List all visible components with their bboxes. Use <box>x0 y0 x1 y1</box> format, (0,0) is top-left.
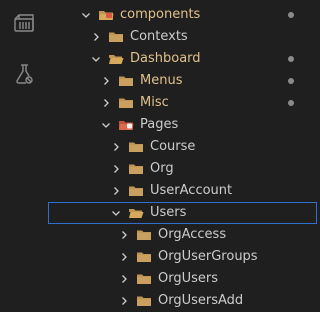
folder-icon <box>128 139 144 155</box>
folder-icon <box>118 95 134 111</box>
tree-item-menus[interactable]: Menus <box>48 70 317 92</box>
components-folder-icon <box>98 7 114 23</box>
tree-item-pages[interactable]: Pages <box>48 114 317 136</box>
tree-item-label: Contexts <box>130 29 188 44</box>
folder-icon <box>136 271 152 287</box>
folder-icon <box>128 161 144 177</box>
folder-icon <box>136 293 152 309</box>
chevron-down-icon[interactable] <box>108 205 124 221</box>
tree-item-label: OrgUsersAdd <box>158 293 244 308</box>
chevron-right-icon[interactable] <box>98 73 114 89</box>
tree-item-orgusers[interactable]: OrgUsers <box>48 268 317 290</box>
file-explorer-tree: components Contexts Dashboard Menus Misc Page… <box>48 4 317 312</box>
tree-item-orgusergroups[interactable]: OrgUserGroups <box>48 246 317 268</box>
chevron-right-icon[interactable] <box>108 183 124 199</box>
tree-item-label: Dashboard <box>130 51 201 66</box>
tree-item-label: OrgUserGroups <box>158 249 258 264</box>
chevron-down-icon[interactable] <box>78 7 94 23</box>
tree-item-dashboard[interactable]: Dashboard <box>48 48 317 70</box>
tree-item-users[interactable]: Users <box>48 202 317 224</box>
chevron-right-icon[interactable] <box>116 271 132 287</box>
folder-icon <box>136 249 152 265</box>
tree-item-label: Pages <box>140 117 179 132</box>
tree-item-label: Org <box>150 161 174 176</box>
activity-bar <box>0 0 48 310</box>
chevron-down-icon[interactable] <box>98 117 114 133</box>
folder-icon <box>118 73 134 89</box>
remote-explorer-icon[interactable] <box>12 12 36 36</box>
tree-item-org[interactable]: Org <box>48 158 317 180</box>
modified-dot-icon <box>288 100 294 106</box>
tree-item-orgaccess[interactable]: OrgAccess <box>48 224 317 246</box>
chevron-right-icon[interactable] <box>108 161 124 177</box>
folder-icon <box>128 183 144 199</box>
tree-item-label: OrgAccess <box>158 227 227 242</box>
chevron-right-icon[interactable] <box>116 227 132 243</box>
tree-item-course[interactable]: Course <box>48 136 317 158</box>
folder-open-icon <box>108 51 124 67</box>
tree-item-misc[interactable]: Misc <box>48 92 317 114</box>
tree-item-label: OrgUsers <box>158 271 219 286</box>
tree-item-label: Course <box>150 139 196 154</box>
folder-open-icon <box>128 205 144 221</box>
modified-dot-icon <box>288 12 294 18</box>
tree-item-label: Misc <box>140 95 169 110</box>
tree-item-label: Users <box>150 205 187 220</box>
folder-icon <box>136 227 152 243</box>
tree-item-components[interactable]: components <box>48 4 317 26</box>
chevron-right-icon[interactable] <box>116 293 132 309</box>
tree-item-orgusersadd[interactable]: OrgUsersAdd <box>48 290 317 312</box>
chevron-down-icon[interactable] <box>88 51 104 67</box>
modified-dot-icon <box>288 56 294 62</box>
chevron-right-icon[interactable] <box>116 249 132 265</box>
chevron-right-icon[interactable] <box>108 139 124 155</box>
modified-dot-icon <box>288 78 294 84</box>
folder-icon <box>108 29 124 45</box>
chevron-right-icon[interactable] <box>98 95 114 111</box>
tree-item-contexts[interactable]: Contexts <box>48 26 317 48</box>
chevron-right-icon[interactable] <box>88 29 104 45</box>
testing-flask-icon[interactable] <box>12 62 36 86</box>
tree-item-label: Menus <box>140 73 183 88</box>
tree-item-useraccount[interactable]: UserAccount <box>48 180 317 202</box>
pages-folder-icon <box>118 117 134 133</box>
tree-item-label: components <box>120 7 201 22</box>
tree-item-label: UserAccount <box>150 183 233 198</box>
